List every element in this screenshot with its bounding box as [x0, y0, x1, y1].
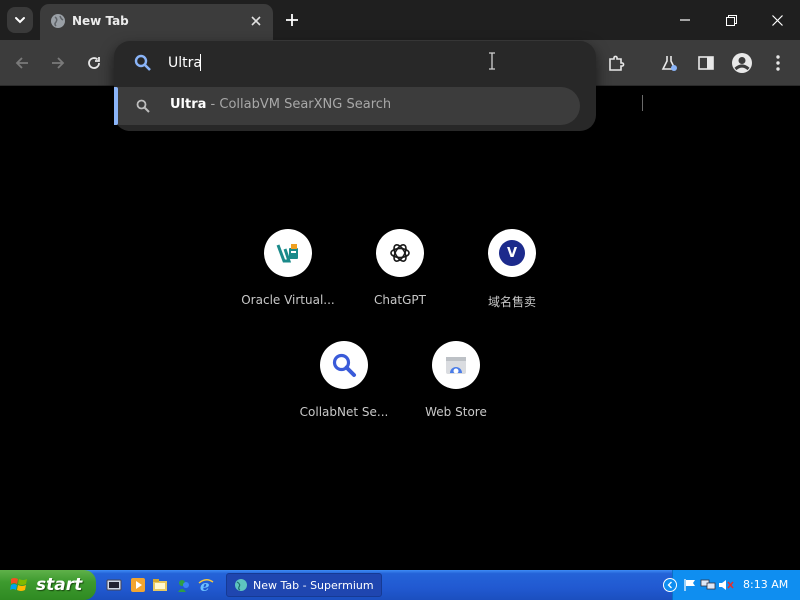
network-icon[interactable]: [700, 578, 716, 592]
labs-button[interactable]: [657, 51, 681, 75]
magnifier-icon: [332, 353, 356, 377]
tab-title: New Tab: [72, 14, 129, 28]
shortcut-tile: [432, 341, 480, 389]
profile-icon: [732, 53, 752, 73]
shortcut-tile: V: [488, 229, 536, 277]
omnibox-suggestion[interactable]: Ultra - CollabVM SearXNG Search: [114, 87, 580, 125]
menu-button[interactable]: [766, 51, 790, 75]
side-panel-icon: [698, 56, 714, 70]
arrow-left-icon: [15, 57, 28, 69]
virtualbox-icon: [276, 244, 298, 263]
media-player-icon[interactable]: [106, 577, 122, 593]
omnibox[interactable]: [114, 41, 596, 85]
arrow-right-icon: [52, 57, 65, 69]
search-icon: [134, 54, 151, 71]
browser-app-icon: [235, 579, 247, 591]
selection-indicator: [114, 87, 118, 125]
close-icon: [251, 16, 261, 26]
omnibox-input[interactable]: [168, 53, 468, 73]
omnibox-popup: Ultra - CollabVM SearXNG Search: [114, 41, 596, 131]
globe-icon: [51, 14, 65, 28]
reload-button[interactable]: [82, 51, 106, 75]
toolbar-divider: [642, 95, 643, 111]
letter-v-icon: V: [499, 240, 525, 266]
reload-icon: [88, 57, 100, 69]
tray-collapse-icon[interactable]: [663, 578, 677, 592]
restore-icon: [725, 14, 737, 26]
shortcut-tile: [264, 229, 312, 277]
minimize-icon: [680, 19, 690, 21]
shortcut-label: ChatGPT: [374, 293, 426, 307]
extensions-button[interactable]: [604, 51, 628, 75]
shortcut-tile: [376, 229, 424, 277]
shortcut-collabnet-search[interactable]: CollabNet Se...: [288, 341, 400, 441]
shortcut-oracle-virtualbox[interactable]: Oracle Virtual...: [232, 229, 344, 329]
start-button[interactable]: start: [0, 570, 96, 600]
tab-search-button[interactable]: [7, 7, 33, 33]
puzzle-icon: [609, 55, 625, 71]
system-tray: 8:13 AM: [663, 570, 800, 600]
profile-button[interactable]: [730, 51, 754, 75]
shortcut-tile: [320, 341, 368, 389]
explorer-icon[interactable]: [152, 577, 168, 593]
text-caret: [200, 54, 201, 71]
flask-icon: [661, 56, 677, 71]
tab-new-tab[interactable]: New Tab: [40, 4, 273, 40]
taskbar-window-label: New Tab - Supermium: [253, 579, 374, 592]
tab-strip: New Tab: [0, 0, 800, 40]
shortcut-label: CollabNet Se...: [299, 405, 389, 419]
plus-icon: [286, 14, 298, 26]
shortcut-label: 域名售卖: [487, 295, 536, 309]
ibeam-cursor-icon: [489, 52, 495, 70]
shortcut-label: Web Store: [425, 405, 487, 419]
search-icon: [136, 99, 150, 113]
shortcut-web-store[interactable]: Web Store: [400, 341, 512, 441]
taskbar-window-button[interactable]: New Tab - Supermium: [226, 573, 382, 597]
volume-muted-icon[interactable]: [718, 578, 734, 592]
chevron-down-icon: [15, 17, 25, 24]
flag-icon[interactable]: [683, 578, 697, 592]
side-panel-button[interactable]: [694, 51, 718, 75]
close-window-button[interactable]: [759, 6, 795, 34]
minimize-button[interactable]: [667, 6, 703, 34]
restore-button[interactable]: [713, 6, 749, 34]
internet-explorer-icon[interactable]: e: [198, 577, 214, 593]
windows-logo-icon: [10, 578, 27, 591]
start-label: start: [36, 575, 83, 595]
new-tab-button[interactable]: [280, 8, 304, 32]
back-button[interactable]: [10, 51, 34, 75]
tab-close-button[interactable]: [247, 12, 265, 30]
close-icon: [771, 14, 783, 26]
clock: 8:13 AM: [743, 578, 789, 591]
taskbar: start e New Tab - Supermium 8:13 AM: [0, 570, 800, 600]
shortcut-domain-sale[interactable]: V 域名售卖: [456, 229, 568, 329]
messenger-icon[interactable]: [176, 577, 192, 593]
openai-icon: [390, 244, 410, 262]
shortcut-chatgpt[interactable]: ChatGPT: [344, 229, 456, 329]
suggestion-text: Ultra - CollabVM SearXNG Search: [170, 97, 391, 112]
forward-button[interactable]: [46, 51, 70, 75]
media-icon[interactable]: [130, 577, 146, 593]
suggestion-query: Ultra: [170, 97, 207, 112]
suggestion-source: - CollabVM SearXNG Search: [206, 97, 392, 112]
kebab-menu-icon: [776, 55, 780, 71]
shortcut-label: Oracle Virtual...: [241, 293, 335, 307]
webstore-icon: [446, 357, 466, 374]
